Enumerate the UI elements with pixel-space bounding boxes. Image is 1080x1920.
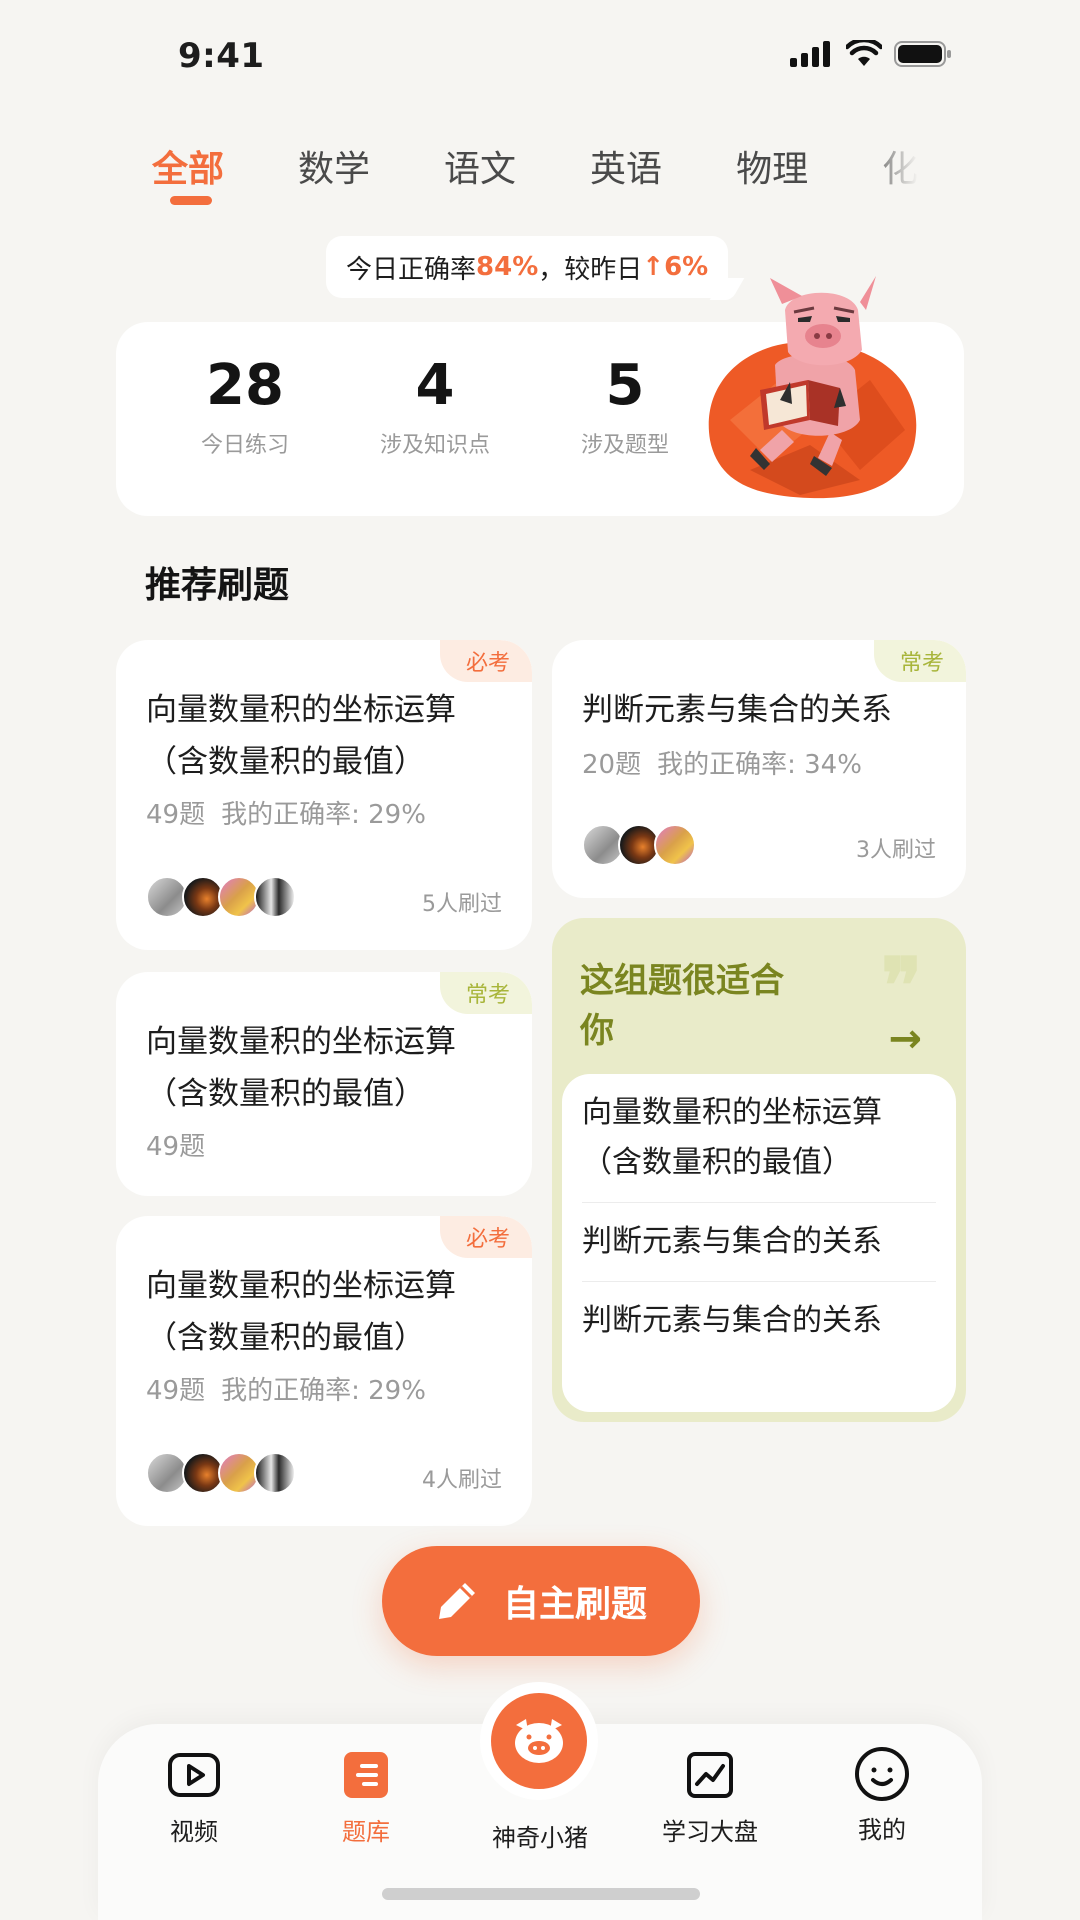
subject-tabs: 全部 数学 语文 英语 物理 化 <box>152 140 942 220</box>
nav-video[interactable]: 视频 <box>134 1752 254 1847</box>
question-set-card[interactable]: 必考 向量数量积的坐标运算（含数量积的最值） 49题 我的正确率: 29% 4人刷… <box>116 1216 532 1526</box>
tab-physics[interactable]: 物理 <box>736 140 808 220</box>
arrow-up-icon: ↑ <box>642 252 665 282</box>
accuracy-bubble: 今日正确率 84% ，较昨日 ↑ 6% <box>326 236 745 300</box>
tab-label: 全部 <box>152 149 225 190</box>
avatar-group <box>146 1452 296 1494</box>
stat-value: 28 <box>206 353 284 418</box>
nav-label: 题库 <box>342 1818 390 1846</box>
question-set-title: 向量数量积的坐标运算（含数量积的最值） <box>146 1024 456 1112</box>
question-set-title: 向量数量积的坐标运算（含数量积的最值） <box>146 1268 456 1356</box>
my-accuracy: 我的正确率: 29% <box>221 1376 426 1406</box>
avatar-group <box>146 876 296 918</box>
question-count: 49题 <box>146 800 206 830</box>
practiced-count: 3人刷过 <box>856 838 936 863</box>
stat-value: 4 <box>415 353 455 418</box>
avatar <box>254 876 296 918</box>
stat-question-types: 5 涉及题型 <box>540 352 710 459</box>
tag-must-exam: 必考 <box>439 1216 532 1258</box>
nav-magic-pig-label: 神奇小猪 <box>492 1824 588 1852</box>
stat-label: 涉及知识点 <box>379 433 490 459</box>
recommend-title: 这组题很适合你 <box>580 961 784 1051</box>
quote-icon: ❞ <box>881 941 922 1030</box>
arrow-right-icon[interactable]: → <box>888 1016 922 1062</box>
question-set-title: 判断元素与集合的关系 <box>582 692 892 728</box>
stat-label: 今日练习 <box>200 433 289 459</box>
stat-today-practice: 28 今日练习 <box>160 352 330 459</box>
nav-label: 视频 <box>170 1818 218 1846</box>
pig-face-button <box>491 1693 587 1789</box>
question-set-card[interactable]: 常考 向量数量积的坐标运算（含数量积的最值） 49题 <box>116 972 532 1196</box>
practiced-count: 5人刷过 <box>422 892 502 917</box>
my-accuracy: 我的正确率: 34% <box>657 750 862 780</box>
question-set-meta: 49题 我的正确率: 29% <box>146 1370 442 1407</box>
avatar <box>654 824 696 866</box>
recommend-for-you-card[interactable]: 这组题很适合你 ❞ → 向量数量积的坐标运算（含数量积的最值） 判断元素与集合的… <box>552 918 966 1422</box>
nav-question-bank[interactable]: 题库 <box>306 1752 426 1847</box>
question-set-card[interactable]: 常考 判断元素与集合的关系 20题 我的正确率: 34% 3人刷过 <box>552 640 966 898</box>
stat-label: 涉及题型 <box>580 433 669 459</box>
tab-all[interactable]: 全部 <box>152 140 224 220</box>
avatar-group <box>582 824 696 866</box>
recommend-item[interactable]: 判断元素与集合的关系 <box>582 1203 936 1282</box>
accuracy-value: 84% <box>476 252 539 282</box>
home-indicator <box>382 1888 700 1900</box>
pencil-icon <box>438 1583 475 1619</box>
pig-face-icon <box>515 1719 563 1763</box>
battery-icon <box>894 41 951 67</box>
wifi-icon <box>846 40 882 66</box>
question-count: 49题 <box>146 1376 206 1406</box>
nav-dashboard[interactable]: 学习大盘 <box>650 1752 770 1847</box>
question-count: 20题 <box>582 750 642 780</box>
recommend-item[interactable]: 判断元素与集合的关系 <box>582 1282 936 1360</box>
tag-common-exam: 常考 <box>439 972 532 1014</box>
section-title: 推荐刷题 <box>145 565 290 606</box>
nav-label: 我的 <box>858 1816 906 1844</box>
tab-math[interactable]: 数学 <box>298 140 370 220</box>
accuracy-middle: ，较昨日 <box>538 254 643 285</box>
recommend-item[interactable]: 向量数量积的坐标运算（含数量积的最值） <box>582 1074 936 1203</box>
avatar <box>254 1452 296 1494</box>
nav-magic-pig[interactable] <box>480 1682 598 1800</box>
question-set-title: 向量数量积的坐标运算（含数量积的最值） <box>146 692 456 780</box>
chart-icon <box>687 1752 733 1798</box>
tabs-fade <box>862 140 942 220</box>
video-play-icon <box>168 1753 220 1797</box>
tab-english[interactable]: 英语 <box>590 140 662 220</box>
practiced-count: 4人刷过 <box>422 1468 502 1493</box>
pig-mascot-illustration <box>708 276 917 499</box>
my-accuracy: 我的正确率: 29% <box>221 800 426 830</box>
stat-value: 5 <box>605 353 645 418</box>
self-practice-button[interactable]: 自主刷题 <box>382 1546 700 1656</box>
nav-label: 学习大盘 <box>662 1818 758 1846</box>
tag-must-exam: 必考 <box>439 640 532 682</box>
screen: 9:41 全部 数学 语文 英语 物理 化 今日正 <box>0 0 1080 1920</box>
tab-chinese[interactable]: 语文 <box>444 140 516 220</box>
recommend-list: 向量数量积的坐标运算（含数量积的最值） 判断元素与集合的关系 判断元素与集合的关… <box>562 1074 956 1412</box>
self-practice-label: 自主刷题 <box>502 1584 647 1625</box>
question-set-meta: 49题 我的正确率: 29% <box>146 794 442 831</box>
question-bank-icon <box>344 1752 388 1798</box>
question-set-meta: 20题 我的正确率: 34% <box>582 744 878 781</box>
question-set-card[interactable]: 必考 向量数量积的坐标运算（含数量积的最值） 49题 我的正确率: 29% 5人刷… <box>116 640 532 950</box>
signal-icon <box>790 41 830 67</box>
nav-mine[interactable]: 我的 <box>822 1747 942 1845</box>
question-count: 49题 <box>146 1132 206 1162</box>
status-time: 9:41 <box>178 36 265 76</box>
tab-active-indicator <box>170 196 212 205</box>
tag-common-exam: 常考 <box>873 640 966 682</box>
status-icons <box>790 40 952 68</box>
question-set-meta: 49题 <box>146 1126 221 1163</box>
accuracy-prefix: 今日正确率 <box>346 254 477 285</box>
smile-icon <box>855 1747 909 1801</box>
stat-knowledge-points: 4 涉及知识点 <box>350 352 520 459</box>
